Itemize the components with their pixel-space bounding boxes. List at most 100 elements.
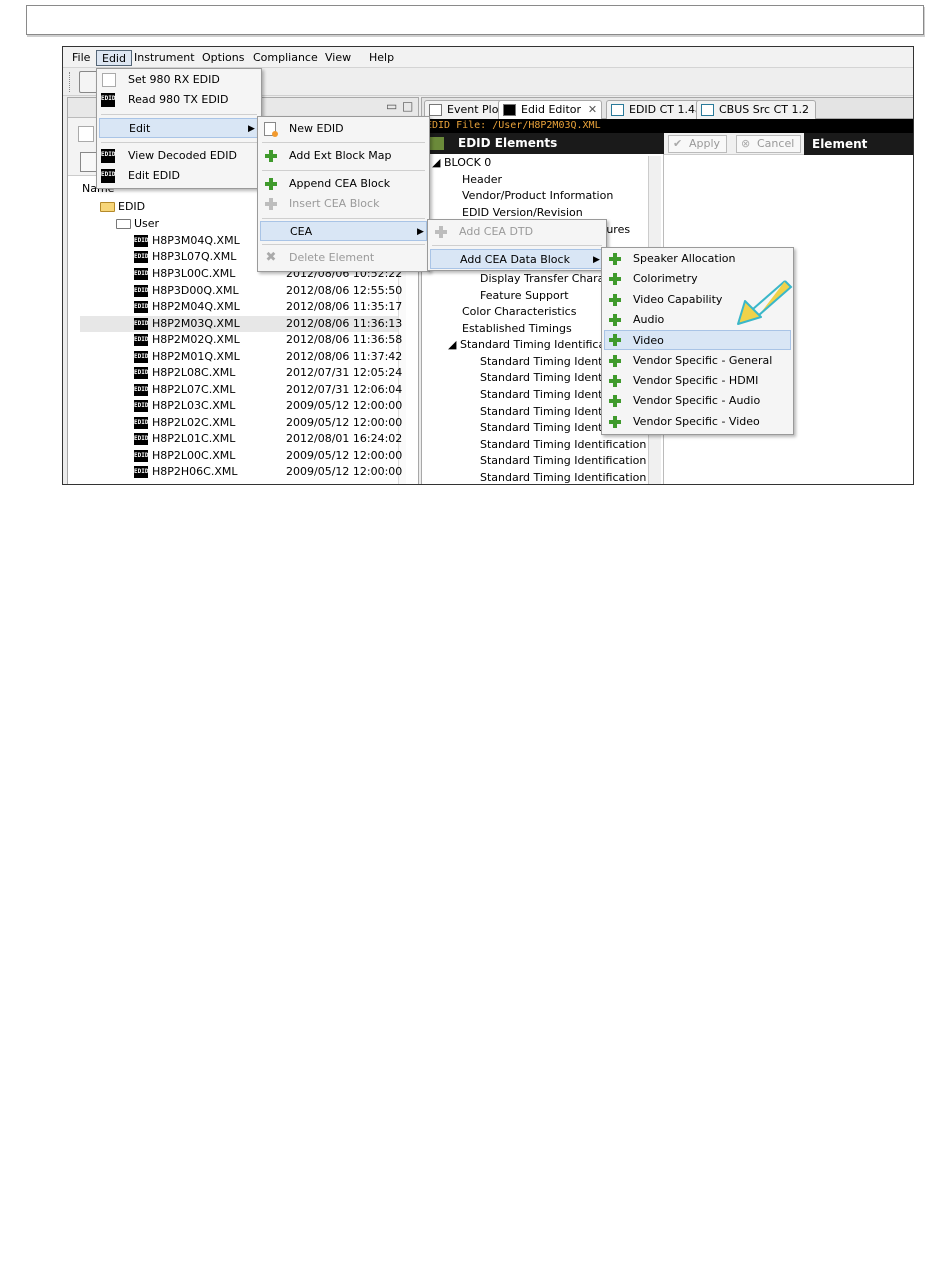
submenu-arrow-icon: ▶ [248, 124, 255, 134]
plus-icon [608, 313, 622, 327]
menu-item-label: Audio [633, 313, 665, 326]
menu-item-set-rx[interactable]: Set 980 RX EDID [99, 70, 259, 90]
elements-header: EDID Elements [422, 133, 664, 154]
tab-label: CBUS Src CT 1.2 [719, 103, 809, 116]
menu-item-label: Set 980 RX EDID [128, 73, 220, 86]
tab-cbus-src[interactable]: CBUS Src CT 1.2 [696, 100, 816, 119]
edit-submenu: New EDID Add Ext Block Map Append CEA Bl… [257, 116, 430, 272]
menu-item-edit-edid[interactable]: EDID Edit EDID [99, 166, 259, 186]
menu-item-label: Vendor Specific - Video [633, 415, 760, 428]
plus-icon [608, 354, 622, 368]
file-name: H8P2M02Q.XML [152, 333, 240, 346]
edid-file-icon: EDID [134, 433, 148, 445]
menu-item-add-ext-block-map[interactable]: Add Ext Block Map [260, 146, 427, 166]
menu-item-label: Vendor Specific - General [633, 354, 773, 367]
close-icon[interactable]: ✕ [588, 101, 597, 119]
menu-item-view-decoded[interactable]: EDID View Decoded EDID [99, 146, 259, 166]
search-field[interactable] [78, 126, 94, 142]
file-date: 2012/08/06 11:36:13 [286, 317, 403, 330]
header-box [26, 5, 924, 35]
menu-instrument[interactable]: Instrument [129, 50, 200, 66]
tree-node[interactable]: Established Timings [462, 321, 572, 337]
menu-item-new-edid[interactable]: New EDID [260, 119, 427, 139]
edid-file-icon: EDID [134, 351, 148, 363]
menu-item-vendor-specific-video[interactable]: Vendor Specific - Video [604, 412, 791, 432]
tree-node[interactable]: ◢ BLOCK 0 [432, 155, 491, 171]
menu-item-label: Edit EDID [128, 169, 180, 182]
menu-item-vendor-specific-audio[interactable]: Vendor Specific - Audio [604, 391, 791, 411]
file-date: 2012/07/31 12:06:04 [286, 383, 403, 396]
edid-file-icon: EDID [134, 367, 148, 379]
menu-item-label: Delete Element [289, 251, 375, 264]
file-path-bar: EDID File: /User/H8P2M03Q.XML [422, 119, 913, 133]
menu-item-add-cea-data-block[interactable]: Add CEA Data Block ▶ [430, 249, 604, 269]
menu-item-cea[interactable]: CEA ▶ [260, 221, 427, 241]
submenu-arrow-icon: ▶ [417, 227, 424, 237]
menu-item-video[interactable]: Video [604, 330, 791, 350]
menu-compliance[interactable]: Compliance [248, 50, 323, 66]
menu-item-speaker-allocation[interactable]: Speaker Allocation [604, 249, 791, 269]
menu-view[interactable]: View [320, 50, 356, 66]
file-date: 2009/05/12 12:00:00 [286, 416, 403, 429]
tree-node[interactable]: Standard Timing Identification 7 [480, 453, 657, 469]
menu-item-label: Speaker Allocation [633, 252, 736, 265]
tree-node[interactable]: Standard Timing Identifi [480, 404, 612, 420]
tree-node[interactable]: Header [462, 172, 502, 188]
callout-arrow-icon [737, 280, 793, 325]
menu-edid[interactable]: Edid [96, 50, 132, 66]
file-name: H8P3D00Q.XML [152, 284, 239, 297]
menu-item-add-cea-dtd[interactable]: Add CEA DTD [430, 222, 604, 242]
file-name: H8P2M03Q.XML [152, 317, 240, 330]
tree-node[interactable]: ◢ Standard Timing Identificati [448, 337, 613, 353]
apply-button[interactable]: ✔ Apply [668, 135, 728, 153]
toolbar-grip[interactable] [69, 72, 72, 92]
file-name: H8P2M04Q.XML [152, 300, 240, 313]
tab-edid-editor[interactable]: Edid Editor ✕ [498, 100, 603, 119]
menu-item-label: Read 980 TX EDID [128, 93, 229, 106]
file-name: H8P2L00C.XML [152, 449, 236, 462]
edid-file-icon: EDID [134, 235, 148, 247]
edid-file-icon: EDID [134, 466, 148, 478]
collapse-icon[interactable] [430, 137, 444, 150]
plus-icon [434, 225, 448, 239]
editor-tabs: Event Plot Edid Editor ✕ EDID CT 1.4a CBU… [422, 98, 913, 119]
edid-file-icon: EDID [134, 417, 148, 429]
menu-help[interactable]: Help [364, 50, 399, 66]
menu-item-label: Add CEA DTD [459, 225, 534, 238]
tab-event-plot[interactable]: Event Plot [424, 100, 510, 119]
menu-item-append-cea-block[interactable]: Append CEA Block [260, 174, 427, 194]
plus-icon [264, 197, 278, 211]
plus-icon [264, 149, 278, 163]
folder-icon [100, 202, 115, 212]
tree-node[interactable]: Standard Timing Identification 8 [480, 470, 657, 484]
tree-node[interactable]: Standard Timing Identifi [480, 370, 612, 386]
app-window: File Edid Instrument Options Compliance … [62, 46, 914, 485]
menu-item-vendor-specific-hdmi[interactable]: Vendor Specific - HDMI [604, 371, 791, 391]
tree-node[interactable]: Standard Timing Identifi [480, 387, 612, 403]
menu-options[interactable]: Options [197, 50, 249, 66]
maximize-icon[interactable]: □ [402, 99, 413, 113]
menu-item-edit[interactable]: Edit ▶ [99, 118, 259, 138]
edid-file-icon: EDID [134, 450, 148, 462]
tree-node[interactable]: Standard Timing Identifi [480, 354, 612, 370]
tree-node[interactable]: Display Transfer Charact [480, 271, 615, 287]
tree-node[interactable]: Vendor/Product Information [462, 188, 613, 204]
menu-item-read-tx[interactable]: EDID Read 980 TX EDID [99, 90, 259, 110]
details-toolbar: ✔ Apply ⊗ Cancel Element Details [664, 133, 913, 173]
tab-edid-ct[interactable]: EDID CT 1.4a [606, 100, 709, 119]
tree-node[interactable]: Feature Support [480, 288, 569, 304]
menu-item-label: New EDID [289, 122, 344, 135]
menu-item-insert-cea-block[interactable]: Insert CEA Block [260, 194, 427, 214]
file-name: H8P3L00C.XML [152, 267, 236, 280]
menu-item-delete-element[interactable]: ✖ Delete Element [260, 248, 427, 268]
minimize-icon[interactable]: ▭ [386, 99, 397, 113]
cancel-button[interactable]: ⊗ Cancel [736, 135, 802, 153]
tree-node[interactable]: Color Characteristics [462, 304, 576, 320]
file-name: H8P3L07Q.XML [152, 250, 237, 263]
menu-item-vendor-specific-general[interactable]: Vendor Specific - General [604, 351, 791, 371]
file-date: 2012/08/06 11:37:42 [286, 350, 403, 363]
menu-file[interactable]: File [67, 50, 95, 66]
tree-node[interactable]: Standard Timing Identification 6 [480, 437, 657, 453]
menu-separator [101, 142, 257, 143]
menu-item-label: View Decoded EDID [128, 149, 237, 162]
